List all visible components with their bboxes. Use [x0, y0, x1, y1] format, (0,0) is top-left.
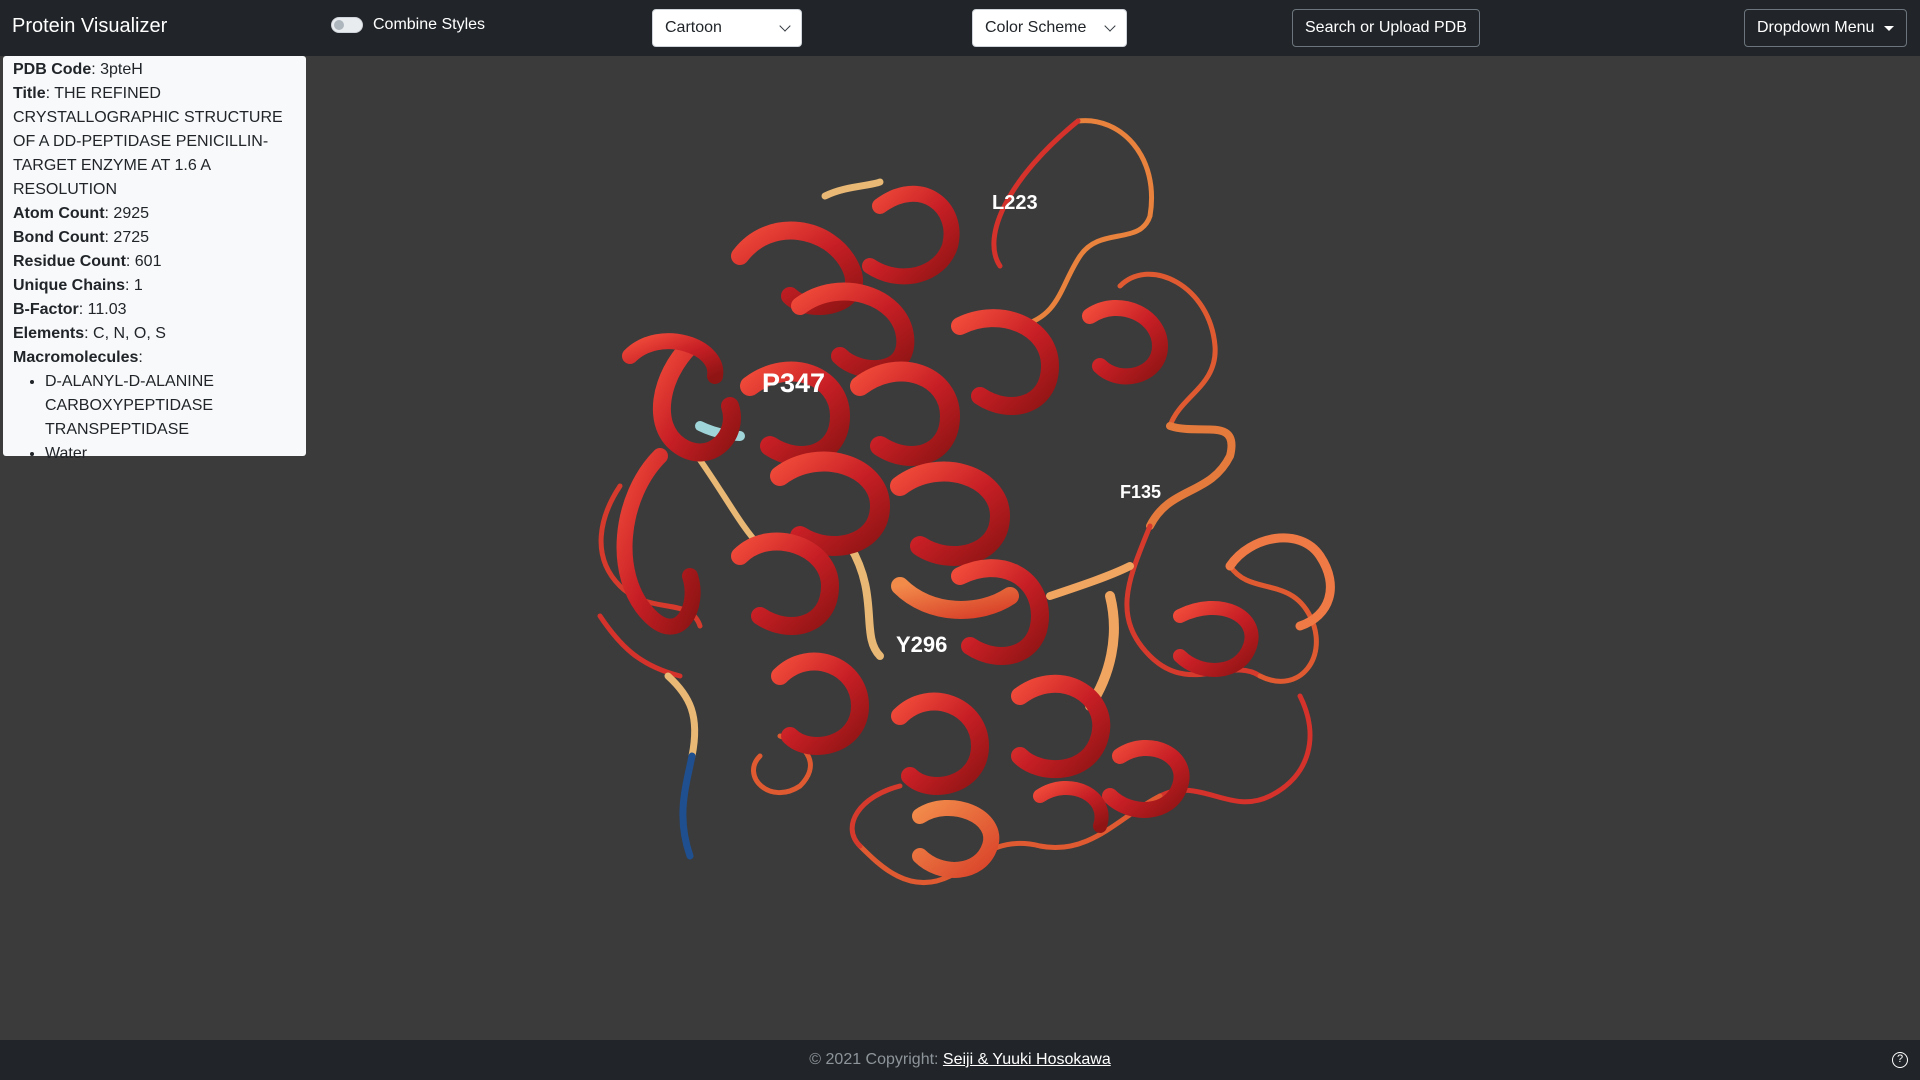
- style-select-value: Cartoon: [665, 19, 722, 36]
- info-bond-count: Bond Count: 2725: [13, 229, 150, 246]
- combine-styles-label: Combine Styles: [373, 16, 486, 33]
- info-elements: Elements: C, N, O, S: [13, 325, 166, 342]
- pdb-info-panel: PDB Code: 3pteH Title: THE REFINED CRYST…: [3, 56, 306, 462]
- toggle-knob: [334, 20, 344, 30]
- list-item: D-ALANYL-D-ALANINE CARBOXYPEPTIDASE TRAN…: [45, 370, 296, 442]
- info-value: 2925: [113, 205, 150, 222]
- info-residue-count: Residue Count: 601: [13, 253, 162, 270]
- chevron-down-icon: [1104, 20, 1116, 32]
- info-value: 1: [133, 277, 143, 294]
- residue-label-l223: L223: [992, 192, 1038, 214]
- info-label: Unique Chains: [13, 277, 126, 294]
- help-icon[interactable]: ?: [1892, 1052, 1908, 1068]
- color-scheme-select-value: Color Scheme: [985, 19, 1087, 36]
- info-value: C, N, O, S: [93, 325, 166, 342]
- info-macromolecules: Macromolecules:: [13, 349, 143, 366]
- combine-styles-toggle[interactable]: Combine Styles: [331, 16, 485, 34]
- info-value: 11.03: [87, 301, 127, 318]
- style-select[interactable]: Cartoon: [652, 9, 802, 47]
- info-title: Title: THE REFINED CRYSTALLOGRAPHIC STRU…: [13, 85, 283, 198]
- info-label: Macromolecules: [13, 349, 139, 366]
- info-label: Elements: [13, 325, 85, 342]
- info-label: Bond Count: [13, 229, 105, 246]
- macromolecule-list: D-ALANYL-D-ALANINE CARBOXYPEPTIDASE TRAN…: [13, 370, 296, 466]
- dropdown-menu-button[interactable]: Dropdown Menu: [1744, 9, 1908, 47]
- info-label: Residue Count: [13, 253, 126, 270]
- info-value: 601: [134, 253, 162, 270]
- brand-title[interactable]: Protein Visualizer: [12, 15, 167, 38]
- residue-label-p347: P347: [762, 368, 826, 398]
- search-upload-button[interactable]: Search or Upload PDB: [1292, 9, 1480, 47]
- info-pdb-code: PDB Code: 3pteH: [13, 61, 143, 78]
- search-upload-label: Search or Upload PDB: [1305, 19, 1467, 36]
- info-atom-count: Atom Count: 2925: [13, 205, 150, 222]
- navbar: Protein Visualizer Combine Styles Cartoo…: [0, 0, 1920, 56]
- info-value: THE REFINED CRYSTALLOGRAPHIC STRUCTURE O…: [13, 85, 283, 198]
- info-label: B-Factor: [13, 301, 79, 318]
- authors-link[interactable]: Seiji & Yuuki Hosokawa: [943, 1051, 1111, 1068]
- dropdown-menu-label: Dropdown Menu: [1757, 19, 1875, 36]
- residue-label-f135: F135: [1120, 482, 1162, 502]
- footer: © 2021 Copyright: Seiji & Yuuki Hosokawa…: [0, 1040, 1920, 1080]
- copyright-text: © 2021 Copyright:: [809, 1051, 943, 1068]
- caret-down-icon: [1884, 25, 1895, 31]
- list-item: Water: [45, 442, 296, 466]
- toggle-switch[interactable]: [331, 17, 363, 33]
- info-value: 3pteH: [100, 61, 143, 78]
- info-bfactor: B-Factor: 11.03: [13, 301, 127, 318]
- residue-label-y296: Y296: [896, 632, 948, 657]
- color-scheme-select[interactable]: Color Scheme: [972, 9, 1127, 47]
- info-value: 2725: [113, 229, 150, 246]
- info-label: Title: [13, 85, 46, 102]
- info-label: Atom Count: [13, 205, 105, 222]
- chevron-down-icon: [779, 20, 791, 32]
- info-unique-chains: Unique Chains: 1: [13, 277, 143, 294]
- info-label: PDB Code: [13, 61, 92, 78]
